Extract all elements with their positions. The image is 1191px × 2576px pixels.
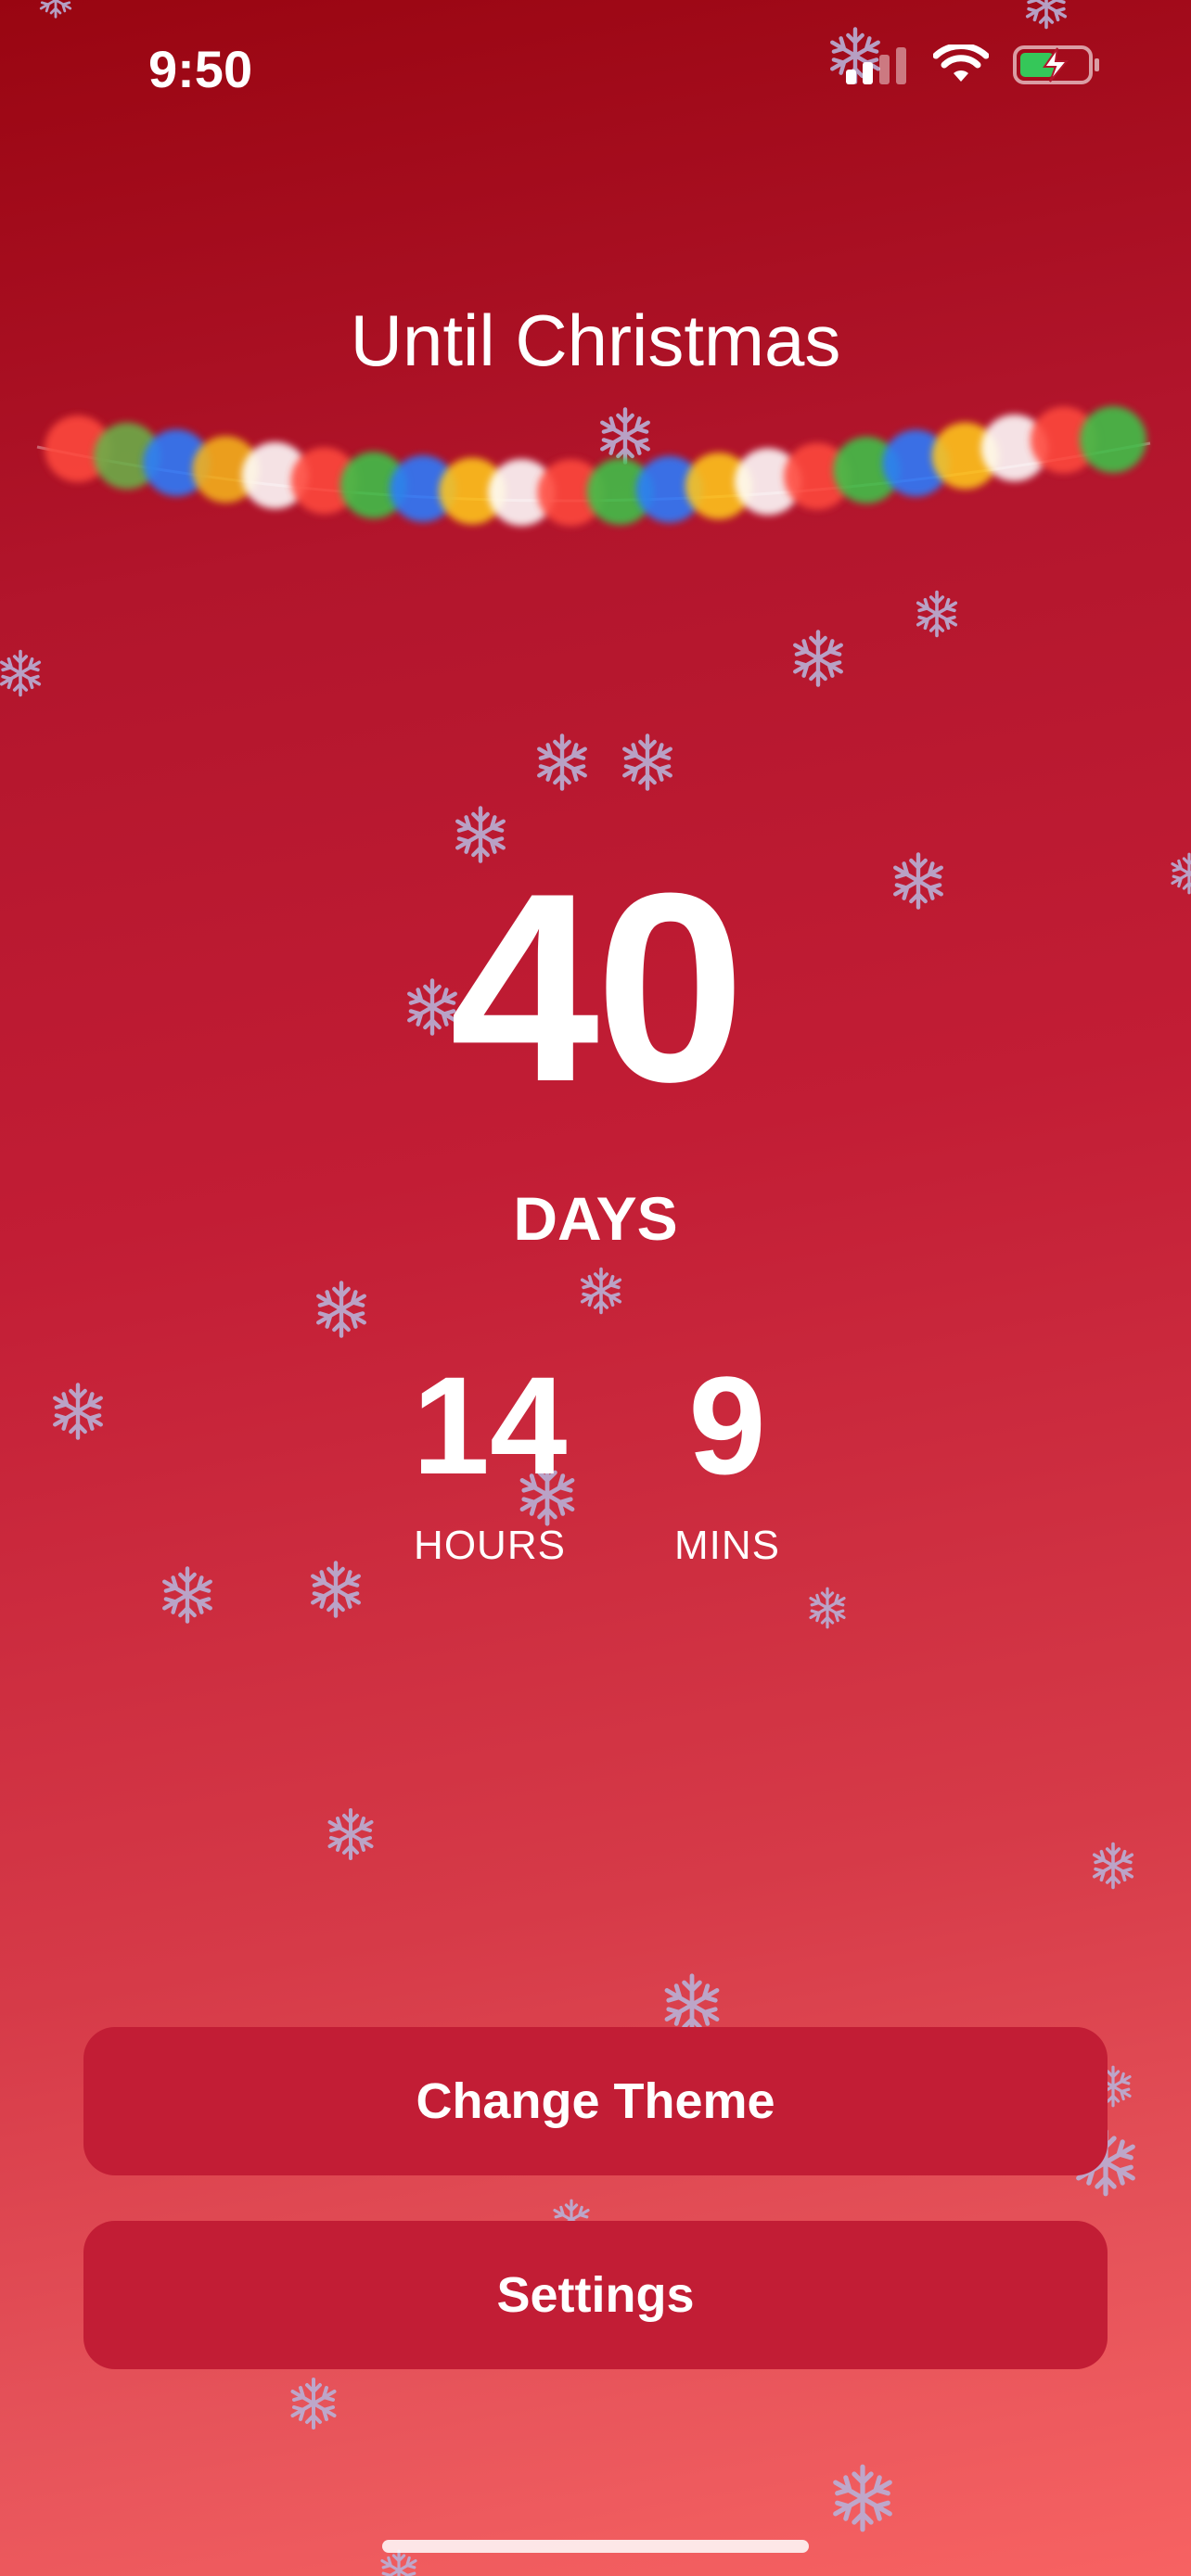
- page-title: Until Christmas: [350, 300, 841, 381]
- mins-label: MINS: [674, 1523, 780, 1568]
- wifi-icon: [933, 45, 989, 82]
- snowfall-decoration: [0, 0, 1191, 2576]
- settings-button[interactable]: Settings: [83, 2221, 1108, 2369]
- snowflake-icon: [0, 0, 1191, 2576]
- light-bulb: [1080, 406, 1146, 473]
- status-icons: [846, 45, 1102, 85]
- mins-count: 9: [688, 1347, 766, 1503]
- status-time: 9:50: [148, 40, 253, 98]
- cellular-signal-icon: [846, 47, 906, 84]
- hours-block: 14 HOURS: [351, 1356, 629, 1569]
- christmas-lights-decoration: [36, 406, 1151, 527]
- days-count: 40: [449, 837, 746, 1138]
- battery-charging-icon: [1013, 45, 1099, 84]
- hours-count: 14: [412, 1347, 568, 1503]
- days-label: DAYS: [513, 1184, 678, 1253]
- mins-block: 9 MINS: [588, 1356, 866, 1569]
- home-indicator[interactable]: [382, 2540, 809, 2553]
- app-screen: 9:50 Until Christmas 40 DAYS 14 HOURS 9 …: [0, 0, 1191, 2576]
- change-theme-button[interactable]: Change Theme: [83, 2027, 1108, 2175]
- hours-label: HOURS: [414, 1523, 566, 1568]
